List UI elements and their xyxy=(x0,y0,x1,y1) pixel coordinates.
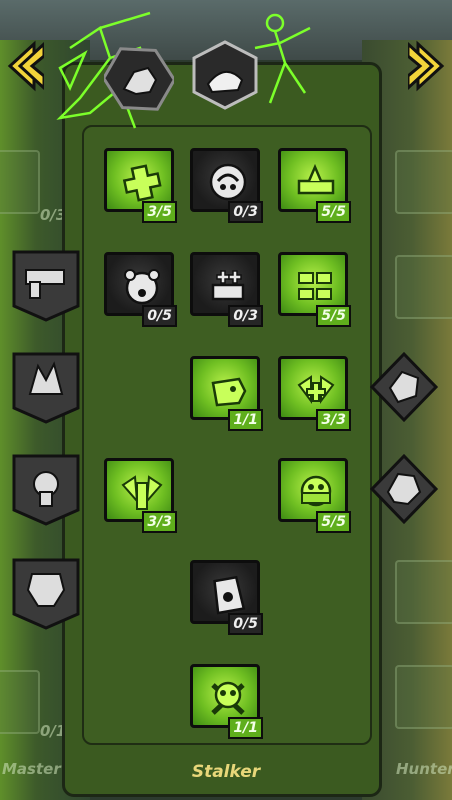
dragon-gun-icon xyxy=(297,163,335,195)
skill-tile[interactable]: 5/5 xyxy=(278,458,351,533)
skill-rank-counter: 5/5 xyxy=(316,305,351,327)
skill-tile[interactable]: 0/5 xyxy=(104,252,177,327)
skill-tile[interactable]: 1/1 xyxy=(190,664,263,739)
crosshair-plus-icon xyxy=(122,164,162,202)
skill-tile[interactable]: 5/5 xyxy=(278,252,351,327)
skill-rank-counter: 0/3 xyxy=(228,201,263,223)
robot-dog-icon xyxy=(211,377,247,407)
bandana-skull-icon xyxy=(300,475,332,507)
skill-rank-counter: 5/5 xyxy=(316,201,351,223)
skill-rank-counter: 0/5 xyxy=(228,613,263,635)
left-perk-badge-3[interactable] xyxy=(10,452,82,526)
ammo-stack-icon xyxy=(298,272,332,300)
skill-tile[interactable]: 1/1 xyxy=(190,356,263,431)
skill-tile[interactable]: 3/5 xyxy=(104,148,177,223)
ghost-skill-tile xyxy=(0,670,40,734)
ghost-skill-tile xyxy=(395,150,452,214)
skill-tile[interactable]: 3/3 xyxy=(278,356,351,431)
left-perk-badge-4[interactable] xyxy=(10,556,82,630)
skill-tile[interactable]: 3/3 xyxy=(104,458,177,533)
skill-rank-counter: 0/5 xyxy=(142,305,177,327)
skill-tile[interactable]: 0/3 xyxy=(190,252,263,327)
skill-rank-counter: 3/3 xyxy=(142,511,177,533)
skill-rank-counter: 5/5 xyxy=(316,511,351,533)
left-perk-badge-1[interactable] xyxy=(10,248,82,322)
skill-tile[interactable]: 0/5 xyxy=(190,560,263,635)
skill-rank-counter: 3/5 xyxy=(142,201,177,223)
pet-food-bag-icon xyxy=(213,575,246,615)
next-tree-arrow-icon[interactable] xyxy=(408,40,448,92)
skull-crossbones-icon xyxy=(211,681,245,715)
right-perk-badge-1[interactable] xyxy=(368,350,440,424)
character-silhouette-icon xyxy=(254,13,311,104)
winged-health-icon xyxy=(297,375,335,404)
skill-rank-counter: 0/3 xyxy=(228,305,263,327)
ghost-skill-tile xyxy=(0,150,40,214)
health-stack-icon xyxy=(211,270,245,301)
skill-tile[interactable]: 0/3 xyxy=(190,148,263,223)
claw-slash-icon xyxy=(209,163,247,201)
previous-tree-arrow-icon[interactable] xyxy=(4,40,44,92)
ghost-skill-tile xyxy=(395,560,452,624)
tree-selector-badge[interactable] xyxy=(190,40,260,110)
skill-rank-counter: 1/1 xyxy=(228,409,263,431)
skill-tile[interactable]: 5/5 xyxy=(278,148,351,223)
action-skill-badge[interactable] xyxy=(104,44,174,114)
left-perk-badge-2[interactable] xyxy=(10,350,82,424)
ghost-skill-tile xyxy=(395,665,452,729)
skill-rank-counter: 1/1 xyxy=(228,717,263,739)
right-perk-badge-2[interactable] xyxy=(368,452,440,526)
bear-face-icon xyxy=(124,269,160,305)
skill-rank-counter: 3/3 xyxy=(316,409,351,431)
ghost-skill-tile xyxy=(395,255,452,319)
tree-title: Stalker xyxy=(191,762,261,782)
winged-ammo-icon xyxy=(121,475,163,510)
